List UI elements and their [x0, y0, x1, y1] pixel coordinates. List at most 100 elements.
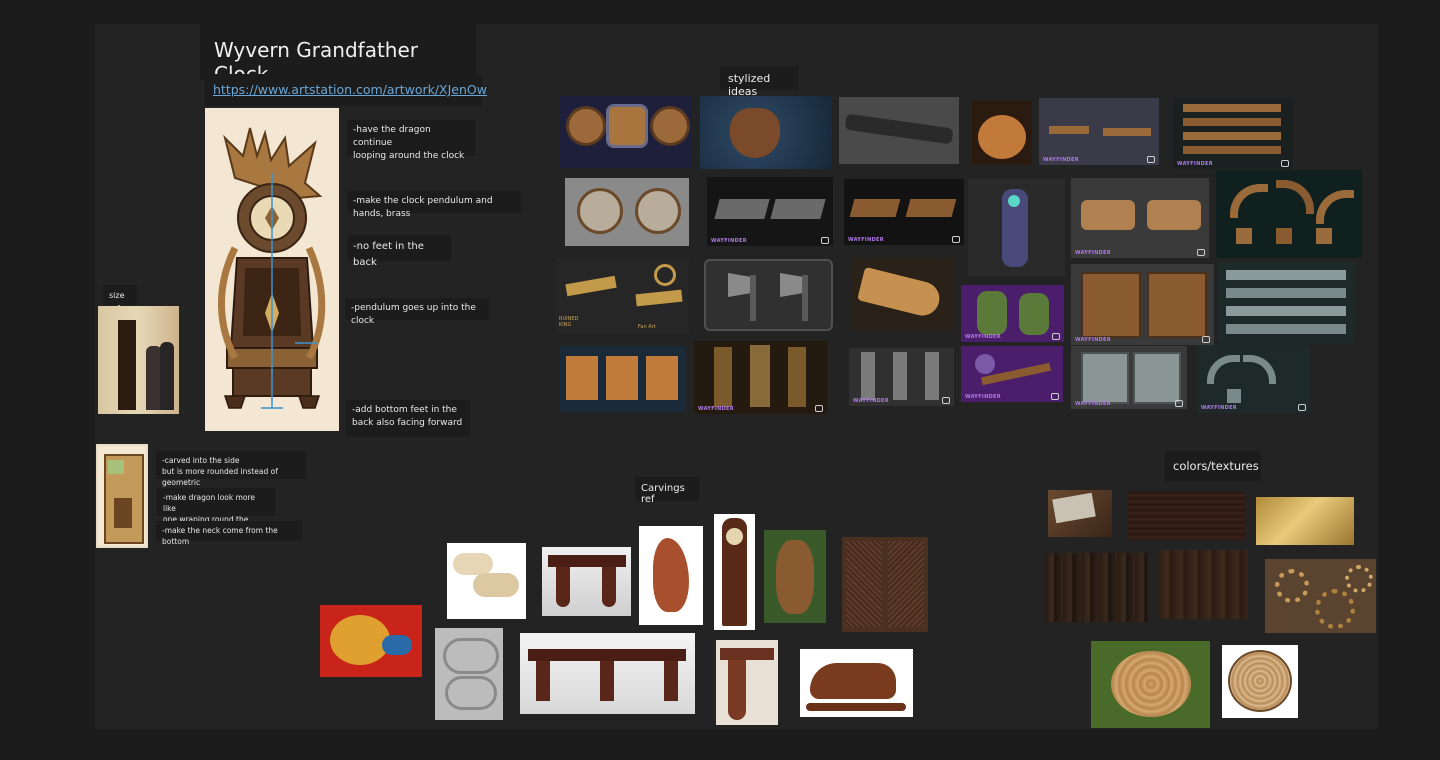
ref-stone-slabs[interactable]: WAYFINDER [707, 177, 833, 246]
ref-purple-creature[interactable]: WAYFINDER [961, 285, 1064, 342]
texture-brass-gears[interactable] [1265, 559, 1376, 633]
plank-shape [1183, 118, 1281, 126]
trim-shape [1316, 228, 1332, 244]
artstation-link[interactable]: https://www.artstation.com/artwork/XJenO… [205, 74, 487, 106]
carving-table-corner[interactable] [716, 640, 778, 725]
studio-logo-icon [1052, 333, 1060, 340]
ref-crystal-totem[interactable] [968, 179, 1065, 276]
table-leg-shape [664, 661, 678, 701]
ref-wood-doors[interactable]: WAYFINDER [1071, 264, 1214, 345]
ref-axes[interactable] [704, 259, 833, 331]
ref-carved-bench[interactable]: WAYFINDER [1071, 178, 1209, 258]
ruined-king-logo: RUINED KING [559, 316, 579, 328]
ref-shields[interactable] [560, 96, 691, 168]
ref-log-grey[interactable] [839, 97, 959, 164]
plank-shape [1183, 104, 1281, 112]
ref-planks[interactable]: WAYFINDER [1173, 98, 1293, 169]
studio-logo-icon [1281, 160, 1289, 167]
carving-red-dragon[interactable] [320, 605, 422, 677]
texture-wood-slice[interactable] [1222, 645, 1298, 718]
shield-shape [650, 106, 690, 146]
board-title[interactable]: Wyvern Grandfather Clock [200, 24, 476, 86]
note-carved-side[interactable]: -carved into the side but is more rounde… [156, 451, 306, 487]
note-dragon-loop[interactable]: -have the dragon continue looping around… [347, 120, 475, 161]
bench-shape [1081, 200, 1135, 230]
grindstone-shape [635, 188, 681, 234]
texture-dark-wood[interactable] [1128, 492, 1245, 540]
texture-tree-stump[interactable] [1091, 641, 1210, 728]
texture-brass[interactable] [1256, 497, 1354, 545]
wayfinder-watermark: WAYFINDER [1075, 337, 1111, 343]
dragon-shape [653, 538, 689, 612]
door-shape [1081, 352, 1129, 404]
section-stylized-ideas[interactable]: stylized ideas [720, 66, 798, 98]
table-leg-shape [602, 567, 616, 607]
wayfinder-watermark: WAYFINDER [965, 394, 1001, 400]
size-ref-photo[interactable] [98, 306, 179, 414]
wayfinder-watermark: WAYFINDER [1177, 161, 1213, 167]
ref-stone-doors[interactable]: WAYFINDER [1071, 346, 1187, 409]
side-carving-accent [108, 460, 124, 474]
stone-plank-shape [1226, 288, 1346, 298]
ref-bench-blue[interactable]: WAYFINDER [1039, 98, 1159, 165]
carving-dragon-panels[interactable] [842, 537, 928, 632]
ref-grindstones[interactable] [565, 178, 689, 246]
gear-shape [1345, 565, 1373, 593]
ref-purple-staff[interactable]: WAYFINDER [961, 346, 1063, 402]
stone-plank-shape [1226, 270, 1346, 280]
texture-wood-planks[interactable] [1045, 553, 1148, 622]
ref-wood-log[interactable] [852, 258, 953, 331]
trim-shape [1276, 228, 1292, 244]
ref-bear-head[interactable] [700, 96, 832, 169]
ref-wood-stump[interactable] [972, 101, 1032, 165]
tower-shape [750, 345, 770, 407]
ref-wood-trims[interactable] [1216, 170, 1362, 258]
sign-shape [606, 356, 638, 400]
ref-signs[interactable] [560, 346, 686, 412]
ref-wood-tables[interactable]: WAYFINDER [844, 179, 964, 245]
wayfinder-watermark: WAYFINDER [1075, 401, 1111, 407]
slab-shape [770, 199, 826, 219]
section-colors-textures[interactable]: colors/textures [1165, 451, 1261, 481]
section-size-ref[interactable]: size ref [103, 285, 137, 313]
carving-long-table[interactable] [520, 633, 695, 714]
ref-stone-trims[interactable]: WAYFINDER [1197, 345, 1310, 413]
ref-ruined-king-pistols[interactable]: RUINED KING Fan Art [556, 258, 689, 333]
note-neck-bottom[interactable]: -make the neck come from the bottom [156, 521, 302, 546]
texture-wood-edge[interactable] [1048, 490, 1112, 537]
carving-dragon[interactable] [639, 526, 703, 625]
note-pendulum-up[interactable]: -pendulum goes up into the clock [345, 298, 489, 326]
table-leg-shape [600, 661, 614, 701]
wayfinder-watermark: WAYFINDER [965, 334, 1001, 340]
note-bottom-feet[interactable]: -add bottom feet in the back also facing… [346, 400, 470, 437]
ref-stone-planks[interactable] [1218, 262, 1355, 343]
studio-logo-icon [1051, 393, 1059, 400]
clock-face-shape [726, 528, 743, 545]
carving-clouds[interactable] [447, 543, 526, 619]
wayfinder-watermark: WAYFINDER [853, 398, 889, 404]
wayfinder-watermark: WAYFINDER [711, 238, 747, 244]
bear-shape [730, 108, 780, 158]
ref-clock-towers[interactable]: WAYFINDER [694, 341, 827, 414]
texture-walnut[interactable] [1158, 550, 1248, 619]
concept-art-clock[interactable] [205, 108, 339, 431]
note-no-back-feet[interactable]: -no feet in the back [347, 235, 451, 268]
section-carvings-ref[interactable]: Carvings ref [635, 477, 699, 505]
carving-owl[interactable] [764, 530, 826, 623]
carving-stone-clouds[interactable] [435, 628, 503, 720]
studio-logo-icon [1202, 336, 1210, 343]
ref-grey-towers[interactable]: WAYFINDER [849, 348, 954, 406]
side-carving-sketch[interactable] [96, 444, 148, 548]
carving-grandfather-clock[interactable] [714, 514, 755, 630]
panel-shape [888, 541, 924, 627]
staff-head-shape [975, 354, 995, 374]
carving-tiger[interactable] [800, 649, 913, 717]
cloud-shape [453, 553, 493, 575]
note-dragon-wrap[interactable]: -make dragon look more like one wraping … [157, 488, 275, 535]
trim-shape [1230, 184, 1268, 218]
gear-shape [1275, 569, 1309, 603]
studio-logo-icon [942, 397, 950, 404]
carving-table-legs[interactable] [542, 547, 631, 616]
ring-shape [654, 264, 676, 286]
note-brass-parts[interactable]: -make the clock pendulum and hands, bras… [347, 191, 521, 219]
